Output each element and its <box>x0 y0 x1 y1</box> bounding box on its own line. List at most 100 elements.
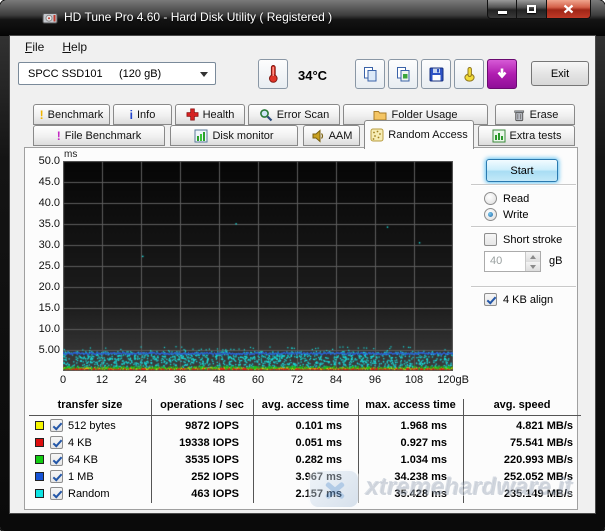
table-row: 4 KB 19338 IOPS 0.051 ms 0.927 ms 75.541… <box>29 435 581 452</box>
minimize-button[interactable] <box>487 0 517 19</box>
copy-image-icon <box>395 66 412 83</box>
max-access-value: 1.034 ms <box>358 454 463 466</box>
ops-value: 463 IOPS <box>151 488 253 500</box>
series-color-swatch <box>35 455 44 464</box>
x-tick-label: 120gB <box>433 374 473 386</box>
series-color-swatch <box>35 489 44 498</box>
max-access-value: 0.927 ms <box>358 437 463 449</box>
tab-erase[interactable]: Erase <box>495 104 575 125</box>
read-option[interactable]: Read <box>484 192 529 205</box>
random-access-page: ms 50.045.040.035.030.025.020.015.010.05… <box>24 147 578 510</box>
x-tick-label: 24 <box>121 374 161 386</box>
menu-file[interactable]: File <box>16 38 53 56</box>
y-tick-label: 20.0 <box>39 281 60 293</box>
column-header: avg. speed <box>463 399 581 414</box>
aam-icon <box>311 129 325 143</box>
x-tick-label: 36 <box>160 374 200 386</box>
client-area: File Help SPCC SSD101 (120 gB) 34°C <box>10 36 595 513</box>
row-checkbox[interactable] <box>50 470 63 483</box>
tab-error-scan[interactable]: Error Scan <box>248 104 340 125</box>
tab-benchmark[interactable]: ! Benchmark <box>33 104 110 125</box>
capture-button[interactable] <box>487 59 517 89</box>
maximize-button[interactable] <box>517 0 546 19</box>
app-window: HD Tune Pro 4.60 - Hard Disk Utility ( R… <box>0 0 605 531</box>
titlebar[interactable]: HD Tune Pro 4.60 - Hard Disk Utility ( R… <box>0 0 605 36</box>
tab-file-benchmark[interactable]: ! File Benchmark <box>33 125 165 146</box>
close-icon <box>563 4 574 14</box>
thermometer-icon <box>263 64 283 84</box>
separator <box>471 286 576 288</box>
short-stroke-option[interactable]: Short stroke <box>484 233 562 246</box>
align-option[interactable]: 4 KB align <box>484 293 553 306</box>
short-stroke-spinner[interactable]: 40 <box>484 251 541 272</box>
tab-strip: ! Benchmark i Info Health Error Scan <box>10 101 595 147</box>
app-icon <box>42 10 58 26</box>
options-hand-icon <box>461 66 478 83</box>
row-checkbox[interactable] <box>50 419 63 432</box>
row-label: 1 MB <box>68 471 94 483</box>
spinner-down-button[interactable] <box>526 262 540 272</box>
spinner-buttons <box>525 252 540 271</box>
y-axis-unit-label: ms <box>64 149 77 160</box>
drive-select[interactable]: SPCC SSD101 (120 gB) <box>18 62 216 85</box>
series-color-swatch <box>35 472 44 481</box>
menu-help[interactable]: Help <box>53 38 96 56</box>
copy-image-button[interactable] <box>388 59 418 89</box>
x-tick-label: 72 <box>277 374 317 386</box>
row-label: Random <box>68 488 110 500</box>
info-icon: i <box>130 110 133 120</box>
align-checkbox[interactable] <box>484 293 497 306</box>
tab-random-access[interactable]: Random Access <box>364 120 474 149</box>
write-radio[interactable] <box>484 208 497 221</box>
copy-button[interactable] <box>355 59 385 89</box>
avg-access-value: 0.051 ms <box>253 437 358 449</box>
read-radio[interactable] <box>484 192 497 205</box>
extra-tests-icon <box>492 129 506 143</box>
error-scan-icon <box>259 108 273 122</box>
tab-disk-monitor[interactable]: Disk monitor <box>170 125 298 146</box>
random-access-icon <box>370 128 384 142</box>
y-tick-label: 30.0 <box>39 239 60 251</box>
tab-health[interactable]: Health <box>175 104 245 125</box>
file-benchmark-icon: ! <box>57 131 61 141</box>
toolbar: SPCC SSD101 (120 gB) 34°C <box>10 57 595 101</box>
row-checkbox[interactable] <box>50 453 63 466</box>
avg-speed-value: 4.821 MB/s <box>463 420 581 432</box>
start-button[interactable]: Start <box>486 159 558 182</box>
row-checkbox[interactable] <box>50 436 63 449</box>
temperature-button[interactable] <box>258 59 288 89</box>
row-checkbox[interactable] <box>50 487 63 500</box>
x-tick-label: 96 <box>355 374 395 386</box>
separator <box>471 226 576 228</box>
tab-aam[interactable]: AAM <box>303 125 360 146</box>
drive-capacity: (120 gB) <box>119 68 161 80</box>
x-tick-label: 108 <box>394 374 434 386</box>
avg-speed-value: 252.052 MB/s <box>463 471 581 483</box>
window-title: HD Tune Pro 4.60 - Hard Disk Utility ( R… <box>64 10 332 24</box>
ops-value: 9872 IOPS <box>151 420 253 432</box>
copy-icon <box>362 66 379 83</box>
ops-value: 19338 IOPS <box>151 437 253 449</box>
short-stroke-checkbox[interactable] <box>484 233 497 246</box>
column-header: avg. access time <box>253 399 358 414</box>
x-tick-label: 48 <box>199 374 239 386</box>
column-header: transfer size <box>29 399 151 414</box>
y-tick-label: 5.00 <box>39 344 60 356</box>
ops-value: 3535 IOPS <box>151 454 253 466</box>
ops-value: 252 IOPS <box>151 471 253 483</box>
write-option[interactable]: Write <box>484 208 528 221</box>
y-tick-label: 50.0 <box>39 155 60 167</box>
column-header: operations / sec <box>151 399 253 414</box>
y-tick-label: 15.0 <box>39 302 60 314</box>
window-controls <box>487 0 591 19</box>
avg-speed-value: 235.149 MB/s <box>463 488 581 500</box>
x-tick-label: 84 <box>316 374 356 386</box>
close-button[interactable] <box>546 0 591 19</box>
exit-button[interactable]: Exit <box>531 61 589 86</box>
table-row: 1 MB 252 IOPS 3.967 ms 34.238 ms 252.052… <box>29 469 581 486</box>
options-button[interactable] <box>454 59 484 89</box>
tab-extra-tests[interactable]: Extra tests <box>478 125 575 146</box>
save-button[interactable] <box>421 59 451 89</box>
tab-info[interactable]: i Info <box>113 104 172 125</box>
spinner-up-button[interactable] <box>526 252 540 262</box>
